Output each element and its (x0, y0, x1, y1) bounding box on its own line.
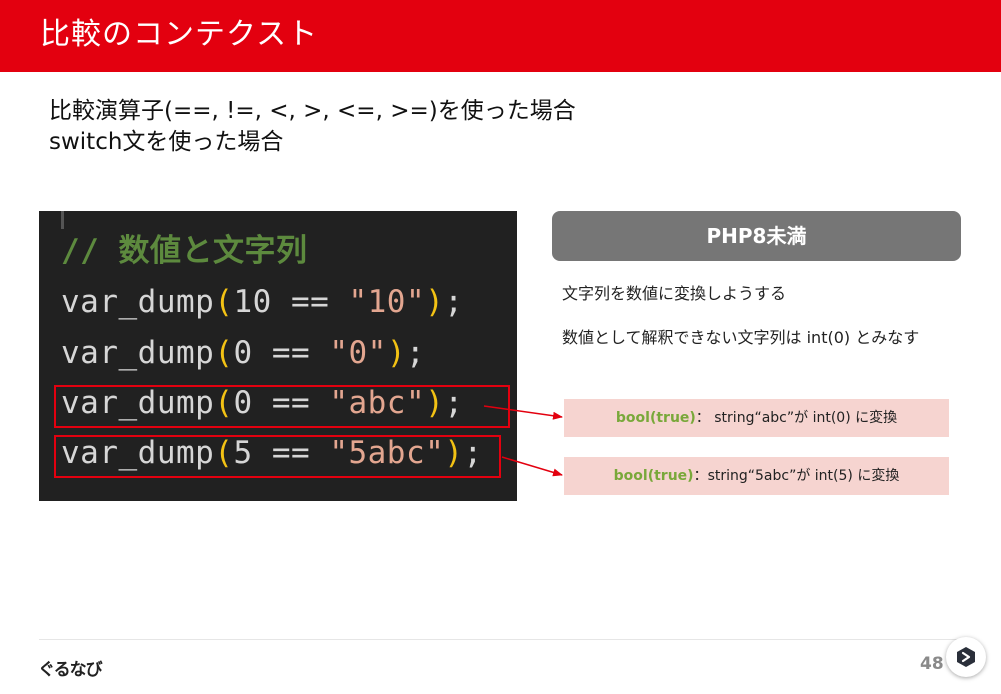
note-conversion: 文字列を数値に変換しようする (562, 284, 787, 303)
code-operator: == (271, 284, 349, 320)
code-line: var_dump(10 == "10"); (61, 282, 463, 322)
code-semicolon: ; (444, 284, 464, 320)
code-block: // 数値と文字列 var_dump(10 == "10"); var_dump… (39, 211, 517, 501)
code-string: "0" (329, 335, 387, 371)
result-abc: bool(true)： string“abc”が int(0) に変換 (564, 399, 949, 437)
slide-header: 比較のコンテクスト (0, 0, 1001, 72)
code-comment: // 数値と文字列 (61, 233, 308, 269)
bullet-switch: switch文を使った場合 (49, 129, 284, 155)
code-paren: ( (214, 335, 234, 371)
code-paren: ) (386, 335, 406, 371)
chevron-badge-icon (957, 647, 975, 667)
code-semicolon: ; (405, 335, 426, 371)
code-number: 10 (233, 284, 272, 320)
code-function: var_dump (61, 284, 215, 320)
result-description: ： string“abc”が int(0) に変換 (695, 410, 898, 426)
code-line: var_dump(0 == "0"); (61, 333, 425, 373)
company-logo: ぐるなび (38, 660, 103, 680)
note-int-zero: 数値として解釈できない文字列は int(0) とみなす (562, 328, 920, 347)
result-description: ：string“5abc”が int(5) に変換 (693, 468, 900, 484)
highlight-box-abc (54, 385, 510, 428)
bullet-list: 比較演算子(==, !=, <, >, <=, >=)を使った場合 switch… (49, 96, 576, 158)
code-paren: ) (425, 284, 445, 320)
highlight-box-5abc (54, 435, 501, 478)
bullet-comparison-operators: 比較演算子(==, !=, <, >, <=, >=)を使った場合 (49, 98, 576, 124)
page-number: 48 (920, 654, 944, 674)
code-string: "10" (348, 284, 426, 320)
footer-divider (39, 639, 961, 640)
floating-help-button[interactable] (946, 637, 986, 677)
slide-title: 比較のコンテクスト (40, 17, 319, 52)
code-operator: == (252, 335, 330, 371)
php8-header: PHP8未満 (552, 211, 961, 261)
result-5abc: bool(true)：string“5abc”が int(5) に変換 (564, 457, 949, 495)
result-bool-label: bool(true) (613, 468, 694, 484)
result-bool-label: bool(true) (615, 410, 696, 426)
code-number: 0 (233, 335, 253, 371)
code-function: var_dump (61, 335, 215, 371)
text-cursor (61, 211, 64, 229)
code-paren: ( (214, 284, 234, 320)
